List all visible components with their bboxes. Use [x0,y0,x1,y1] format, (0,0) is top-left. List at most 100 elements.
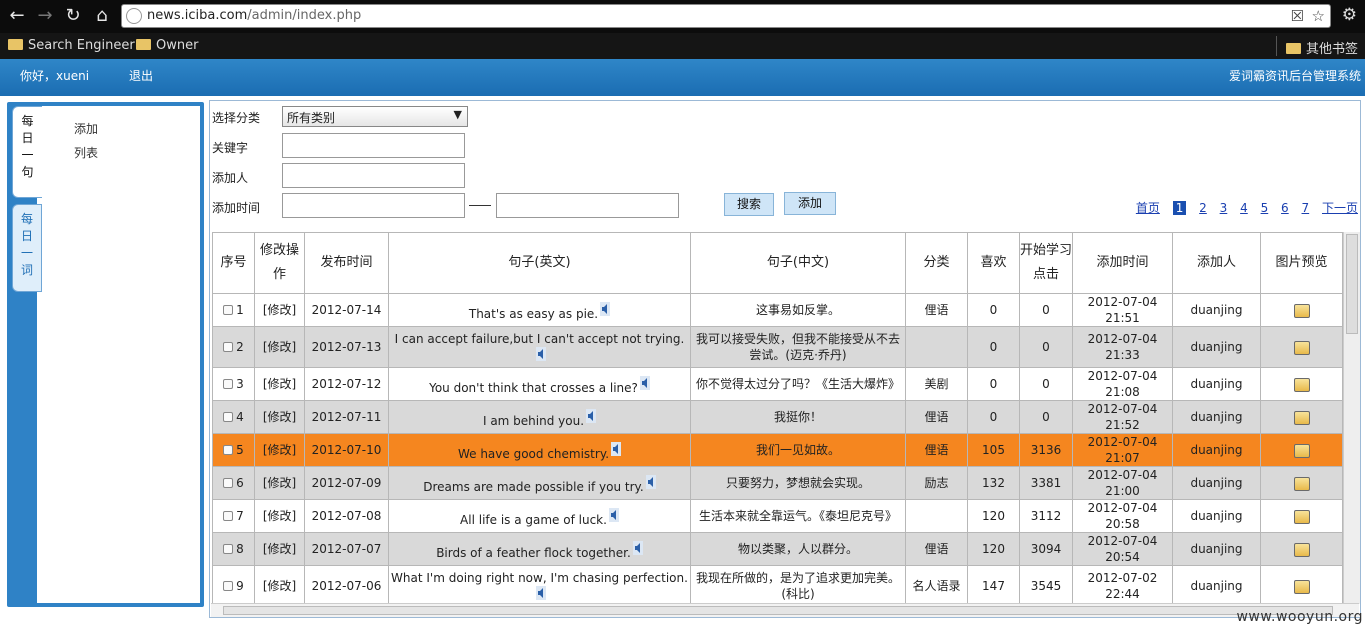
image-preview-icon[interactable] [1293,444,1310,458]
pager-page-3[interactable]: 3 [1220,201,1228,215]
scroll-thumb[interactable] [1346,234,1358,334]
image-preview-icon[interactable] [1293,304,1310,318]
category: 俚语 [924,542,949,556]
reload-icon[interactable]: ↻ [62,5,84,27]
row-checkbox[interactable] [223,478,234,488]
row-checkbox[interactable] [223,342,234,352]
edit-link[interactable]: [修改] [263,340,296,354]
speaker-icon[interactable] [639,376,650,390]
publish-date: 2012-07-08 [311,509,382,523]
keyword-input[interactable] [282,133,465,158]
address-bar[interactable]: news.iciba.com/admin/index.php ☒ ☆ [121,4,1331,28]
row-checkbox[interactable] [223,445,234,455]
edit-link-cell[interactable]: [修改] [254,466,305,500]
pager-page-4[interactable]: 4 [1240,201,1248,215]
col-header: 图片预览 [1260,232,1343,294]
image-preview-icon[interactable] [1293,341,1310,355]
home-icon[interactable]: ⌂ [91,5,113,27]
speaker-icon[interactable] [535,586,546,600]
edit-link[interactable]: [修改] [263,377,296,391]
sidebar-link-add[interactable]: 添加 [74,120,98,137]
publish-date: 2012-07-10 [311,443,382,457]
pager-page-2[interactable]: 2 [1199,201,1207,215]
row-checkbox[interactable] [223,379,234,389]
end-date-input[interactable] [496,193,679,218]
row-checkbox[interactable] [223,412,234,422]
image-preview-icon[interactable] [1293,378,1310,392]
study-clicks: 0 [1042,377,1050,391]
category-cell: 美剧 [905,367,968,401]
row-checkbox[interactable] [223,581,234,591]
speaker-icon[interactable] [645,475,656,489]
horizontal-scrollbar[interactable] [211,603,1359,617]
edit-link-cell[interactable]: [修改] [254,293,305,327]
wrench-icon[interactable]: ⚙ [1342,5,1357,25]
image-preview-icon[interactable] [1293,510,1310,524]
sentence-en: All life is a game of luck. [460,513,607,527]
other-bookmarks[interactable]: 其他书签 [1286,38,1358,57]
edit-link-cell[interactable]: [修改] [254,367,305,401]
tab-daily-sentence[interactable]: 每 日 一 句 [12,106,42,198]
speaker-icon[interactable] [600,302,611,316]
likes-cell: 0 [967,326,1020,368]
logout-link[interactable]: 退出 [129,67,153,84]
keyword-label: 关键字 [212,141,249,155]
pager-page-5[interactable]: 5 [1261,201,1269,215]
edit-link[interactable]: [修改] [263,303,296,317]
adder-input[interactable] [282,163,465,188]
table-row: 6 [修改] 2012-07-09 Dreams are made possible … [212,466,1343,500]
pager-page-6[interactable]: 6 [1281,201,1289,215]
image-preview-icon[interactable] [1293,477,1310,491]
sidebar-link-list[interactable]: 列表 [74,144,98,161]
pager-next[interactable]: 下一页 [1322,201,1358,215]
pager-page-7[interactable]: 7 [1302,201,1310,215]
scroll-thumb[interactable] [223,606,1333,615]
edit-link[interactable]: [修改] [263,476,296,490]
sentence-en-cell: That's as easy as pie. [388,293,691,327]
bookmark-owner[interactable]: Owner [136,38,198,53]
back-icon[interactable]: ← [6,5,28,27]
edit-link-cell[interactable]: [修改] [254,326,305,368]
speaker-icon[interactable] [632,541,643,555]
speaker-icon[interactable] [611,442,622,456]
vertical-scrollbar[interactable] [1343,232,1360,604]
sentence-en: We have good chemistry. [457,447,610,461]
edit-link-cell[interactable]: [修改] [254,433,305,467]
category-select[interactable]: 所有类别 ▼ [282,106,468,127]
added-by: duanjing [1190,303,1243,317]
blocked-popup-icon[interactable]: ☒ [1291,7,1304,25]
publish-date-cell: 2012-07-07 [304,532,389,566]
row-checkbox[interactable] [223,305,234,315]
edit-link[interactable]: [修改] [263,509,296,523]
image-preview-icon[interactable] [1293,411,1310,425]
image-preview-icon[interactable] [1293,580,1310,594]
pager-first[interactable]: 首页 [1136,201,1160,215]
folder-icon [1286,43,1301,54]
speaker-icon[interactable] [535,347,546,361]
edit-link[interactable]: [修改] [263,443,296,457]
tab-daily-word[interactable]: 每 日 一 词 [12,204,42,292]
bookmark-star-icon[interactable]: ☆ [1312,7,1325,25]
tab-char: 句 [21,165,34,179]
edit-link-cell[interactable]: [修改] [254,499,305,533]
forward-icon[interactable]: → [34,5,56,27]
edit-link[interactable]: [修改] [263,410,296,424]
speaker-icon[interactable] [586,409,597,423]
add-button[interactable]: 添加 [784,192,836,215]
image-preview-icon[interactable] [1293,543,1310,557]
search-button[interactable]: 搜索 [724,193,774,216]
table-row: 7 [修改] 2012-07-08 All life is a game of luc… [212,499,1343,533]
pager-page-1[interactable]: 1 [1172,201,1187,215]
bookmark-search-engineer[interactable]: Search Engineer [8,38,135,53]
edit-link-cell[interactable]: [修改] [254,532,305,566]
row-checkbox[interactable] [223,544,234,554]
edit-link[interactable]: [修改] [263,542,296,556]
start-date-input[interactable] [282,193,465,218]
edit-link-cell[interactable]: [修改] [254,565,305,607]
row-checkbox[interactable] [223,511,234,521]
row-number-cell: 2 [212,326,255,368]
edit-link[interactable]: [修改] [263,579,296,593]
edit-link-cell[interactable]: [修改] [254,400,305,434]
speaker-icon[interactable] [608,508,619,522]
adder-label: 添加人 [212,171,249,185]
